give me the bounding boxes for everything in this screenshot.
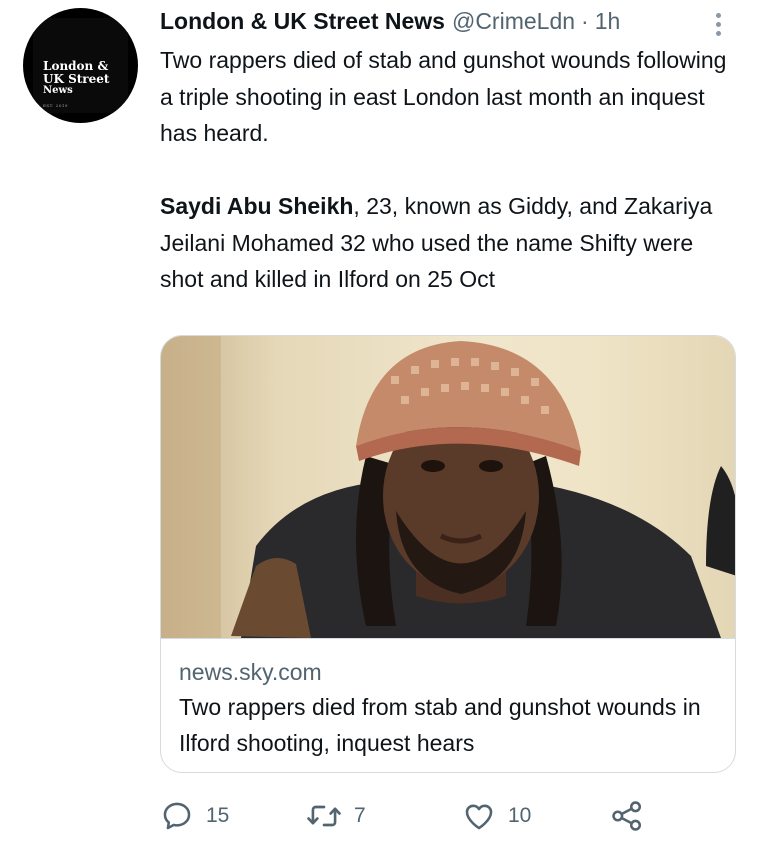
separator-dot: · — [581, 8, 589, 34]
avatar-logo-line3: News — [43, 85, 73, 96]
reply-count: 15 — [206, 804, 230, 827]
avatar-logo-line4: EST. 2019 — [43, 103, 68, 108]
avatar-logo-line2: UK Street — [43, 72, 110, 86]
card-domain: news.sky.com — [179, 659, 322, 685]
avatar-logo-line1: London & — [43, 59, 109, 73]
more-options-icon[interactable] — [708, 8, 728, 40]
heart-icon — [465, 804, 493, 830]
tweet-text: Two rappers died of stab and gunshot wou… — [160, 42, 740, 298]
tweet-paragraph-2: Saydi Abu Sheikh, 23, known as Giddy, an… — [160, 188, 740, 298]
tweet-paragraph-1: Two rappers died of stab and gunshot wou… — [160, 47, 727, 146]
tweet-timestamp[interactable]: 1h — [595, 8, 621, 35]
reply-button[interactable]: 15 — [160, 796, 229, 836]
share-icon — [612, 801, 642, 831]
retweet-count: 7 — [354, 804, 366, 827]
portrait-photo-illustration — [161, 336, 735, 638]
author-name[interactable]: London & UK Street News — [160, 8, 445, 35]
tweet-actions: 15 7 10 — [160, 796, 740, 836]
more-dot — [715, 21, 721, 27]
bold-name: Saydi Abu Sheikh — [160, 193, 354, 219]
tweet[interactable]: London & UK Street News EST. 2019 London… — [0, 0, 760, 847]
link-preview-card[interactable]: news.sky.com Two rappers died from stab … — [160, 335, 736, 773]
card-meta[interactable]: news.sky.com Two rappers died from stab … — [161, 638, 735, 772]
more-dot — [715, 12, 721, 18]
like-button[interactable]: 10 — [462, 796, 531, 836]
card-title: Two rappers died from stab and gunshot w… — [179, 694, 701, 756]
retweet-icon — [307, 805, 341, 827]
more-dot — [715, 30, 721, 36]
tweet-header: London & UK Street News @CrimeLdn · 1h — [160, 8, 620, 38]
card-image[interactable] — [161, 336, 735, 638]
reply-icon — [163, 802, 191, 830]
like-count: 10 — [508, 804, 532, 827]
profile-avatar[interactable]: London & UK Street News EST. 2019 — [23, 8, 138, 123]
retweet-button[interactable]: 7 — [306, 796, 366, 836]
share-button[interactable] — [610, 796, 644, 836]
author-handle[interactable]: @CrimeLdn — [452, 8, 575, 35]
